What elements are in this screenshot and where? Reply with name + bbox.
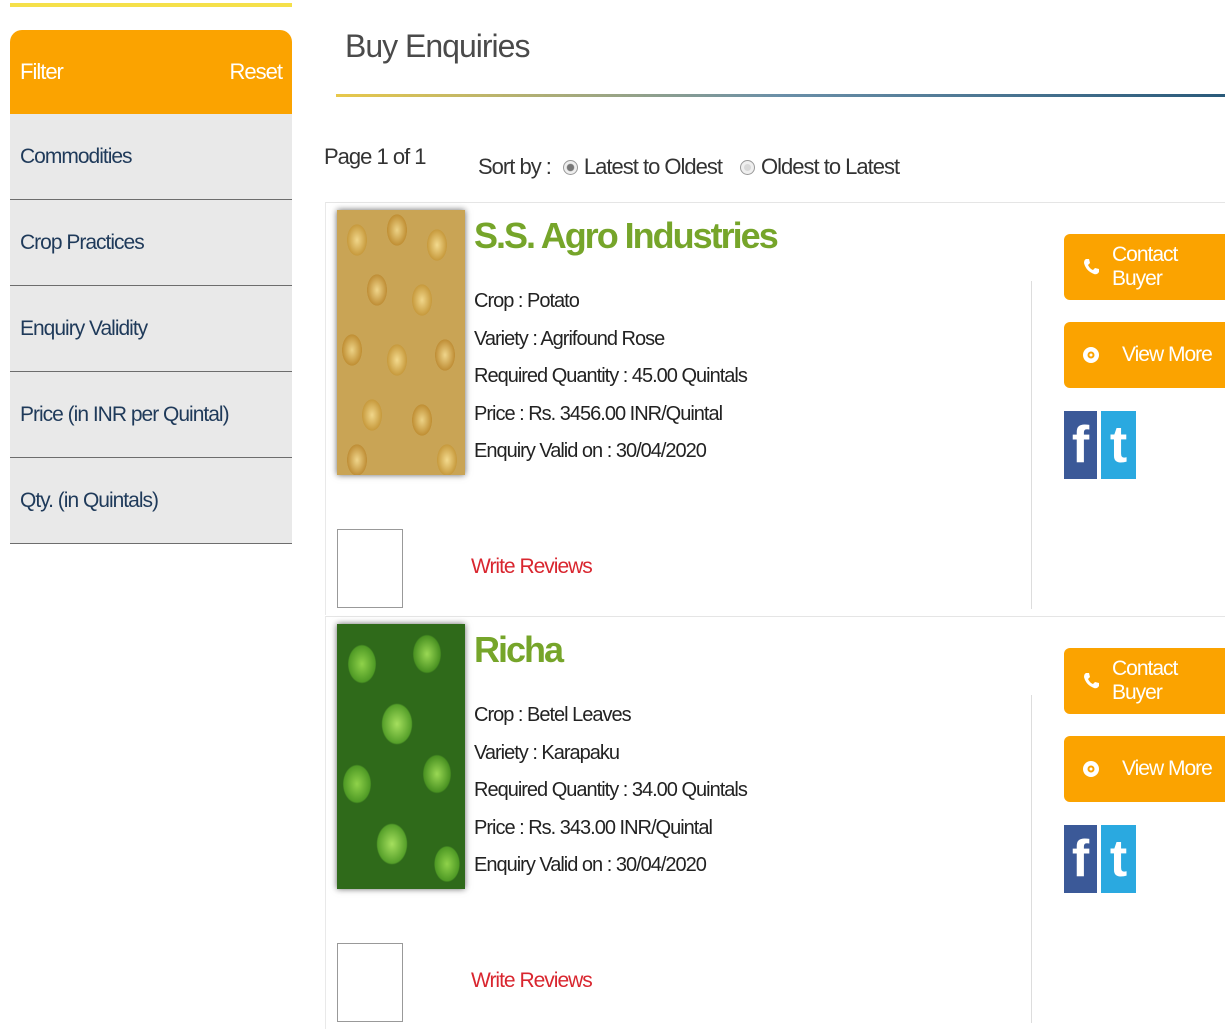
view-more-button[interactable]: View More xyxy=(1064,736,1225,802)
reset-button[interactable]: Reset xyxy=(230,59,283,85)
contact-buyer-button[interactable]: Contact Buyer xyxy=(1064,234,1225,300)
rating-box xyxy=(337,943,403,1022)
filter-sidebar: Filter Reset Commodities Crop Practices … xyxy=(10,30,292,544)
filter-header: Filter Reset xyxy=(10,30,292,114)
eye-icon xyxy=(1082,760,1100,778)
sort-oldest-radio[interactable] xyxy=(740,159,756,175)
phone-icon xyxy=(1082,672,1100,690)
quantity-text: Required Quantity : 45.00 Quintals xyxy=(474,365,748,387)
filter-item-label: Crop Practices xyxy=(20,230,145,254)
filter-title: Filter xyxy=(20,59,64,84)
sort-bar: Sort by : Latest to Oldest Oldest to Lat… xyxy=(478,154,900,180)
filter-item-enquiry-validity[interactable]: Enquiry Validity xyxy=(10,286,292,372)
title-divider xyxy=(336,94,1225,97)
contact-buyer-label: Contact Buyer xyxy=(1112,657,1178,704)
valid-text: Enquiry Valid on : 30/04/2020 xyxy=(474,440,707,462)
contact-buyer-label: Contact Buyer xyxy=(1112,243,1178,290)
sort-oldest-label[interactable]: Oldest to Latest xyxy=(761,154,900,180)
card-divider xyxy=(1031,281,1032,609)
top-accent-rule xyxy=(10,3,292,7)
crop-text: Crop : Potato xyxy=(474,290,580,312)
enquiry-card: S.S. Agro Industries Crop : Potato Varie… xyxy=(325,202,1225,615)
sort-label: Sort by : xyxy=(478,154,552,179)
twitter-share-icon[interactable]: t xyxy=(1101,825,1136,893)
facebook-share-icon[interactable]: f xyxy=(1064,825,1097,893)
price-text: Price : Rs. 3456.00 INR/Quintal xyxy=(474,402,723,425)
filter-item-label: Commodities xyxy=(20,144,133,168)
filter-item-label: Price (in INR per Quintal) xyxy=(20,402,230,426)
buyer-name[interactable]: S.S. Agro Industries xyxy=(474,215,779,257)
rating-box xyxy=(337,529,403,608)
enquiry-card: Richa Crop : Betel Leaves Variety : Kara… xyxy=(325,616,1225,1029)
twitter-share-icon[interactable]: t xyxy=(1101,411,1136,479)
betel-leaves-photo[interactable] xyxy=(337,624,465,889)
price-text: Price : Rs. 343.00 INR/Quintal xyxy=(474,816,713,839)
eye-icon xyxy=(1082,346,1100,364)
contact-buyer-button[interactable]: Contact Buyer xyxy=(1064,648,1225,714)
buyer-name[interactable]: Richa xyxy=(474,629,564,671)
view-more-label: View More xyxy=(1122,343,1213,366)
phone-icon xyxy=(1082,258,1100,276)
filter-item-label: Qty. (in Quintals) xyxy=(20,488,159,512)
potato-photo[interactable] xyxy=(337,210,465,475)
page-indicator: Page 1 of 1 xyxy=(324,144,427,169)
variety-text: Variety : Karapaku xyxy=(474,741,620,764)
variety-text: Variety : Agrifound Rose xyxy=(474,327,665,350)
write-reviews-link[interactable]: Write Reviews xyxy=(471,969,593,993)
sort-latest-label[interactable]: Latest to Oldest xyxy=(584,154,723,180)
crop-text: Crop : Betel Leaves xyxy=(474,704,632,726)
filter-item-label: Enquiry Validity xyxy=(20,316,148,340)
write-reviews-link[interactable]: Write Reviews xyxy=(471,555,593,579)
page-title: Buy Enquiries xyxy=(345,28,530,64)
filter-item-commodities[interactable]: Commodities xyxy=(10,114,292,200)
enquiry-details: Crop : Betel Leaves Variety : Karapaku R… xyxy=(474,697,748,885)
sort-latest-radio[interactable] xyxy=(562,159,578,175)
facebook-share-icon[interactable]: f xyxy=(1064,411,1097,479)
filter-item-price[interactable]: Price (in INR per Quintal) xyxy=(10,372,292,458)
view-more-button[interactable]: View More xyxy=(1064,322,1225,388)
filter-item-quantity[interactable]: Qty. (in Quintals) xyxy=(10,458,292,544)
card-divider xyxy=(1031,695,1032,1023)
filter-item-crop-practices[interactable]: Crop Practices xyxy=(10,200,292,286)
quantity-text: Required Quantity : 34.00 Quintals xyxy=(474,779,748,801)
view-more-label: View More xyxy=(1122,757,1213,780)
valid-text: Enquiry Valid on : 30/04/2020 xyxy=(474,854,707,876)
enquiry-details: Crop : Potato Variety : Agrifound Rose R… xyxy=(474,283,748,471)
